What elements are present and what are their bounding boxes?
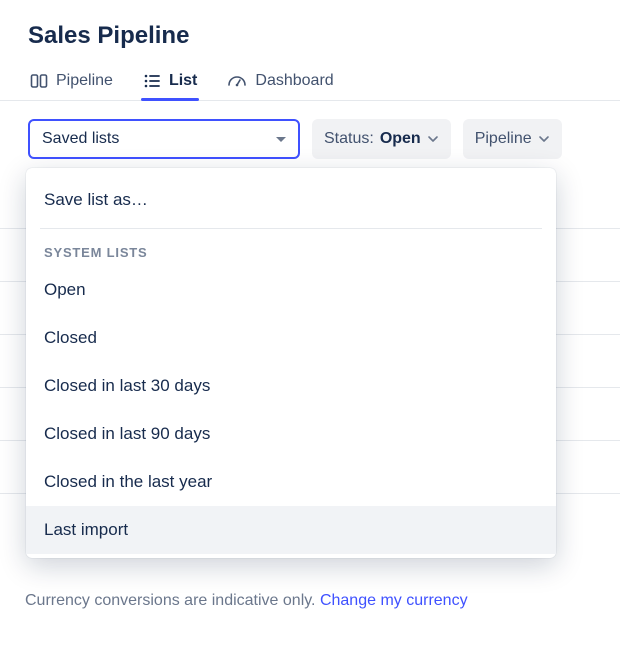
system-lists-label: SYSTEM LISTS	[26, 231, 556, 266]
change-currency-link[interactable]: Change my currency	[320, 592, 468, 609]
pipeline-filter[interactable]: Pipeline	[463, 119, 562, 159]
dropdown-label: Saved lists	[42, 130, 119, 148]
currency-note-text: Currency conversions are indicative only…	[25, 592, 316, 609]
menu-divider	[40, 228, 542, 229]
caret-down-icon	[276, 137, 286, 142]
save-list-as[interactable]: Save list as…	[26, 176, 556, 224]
list-item[interactable]: Closed in last 30 days	[26, 362, 556, 410]
filters-row: Saved lists Status: Open Pipeline	[0, 101, 620, 159]
tab-label: Dashboard	[255, 72, 333, 90]
chevron-down-icon	[538, 133, 550, 145]
status-value: Open	[380, 130, 421, 148]
tab-list[interactable]: List	[141, 64, 199, 100]
tab-label: Pipeline	[56, 72, 113, 90]
currency-note: Currency conversions are indicative only…	[25, 592, 468, 610]
dashboard-icon	[227, 72, 247, 90]
list-item[interactable]: Closed in last 90 days	[26, 410, 556, 458]
list-item[interactable]: Closed	[26, 314, 556, 362]
tab-dashboard[interactable]: Dashboard	[225, 64, 335, 100]
list-icon	[143, 72, 161, 90]
tab-label: List	[169, 72, 197, 90]
saved-lists-menu: Save list as… SYSTEM LISTS Open Closed C…	[26, 168, 556, 558]
list-item[interactable]: Closed in the last year	[26, 458, 556, 506]
list-item[interactable]: Open	[26, 266, 556, 314]
status-filter[interactable]: Status: Open	[312, 119, 451, 159]
saved-lists-dropdown[interactable]: Saved lists	[28, 119, 300, 159]
view-tabs: Pipeline List Dashboard	[0, 56, 620, 101]
status-label: Status:	[324, 130, 374, 148]
pipeline-filter-label: Pipeline	[475, 130, 532, 148]
list-item[interactable]: Last import	[26, 506, 556, 554]
chevron-down-icon	[427, 133, 439, 145]
pipeline-icon	[30, 72, 48, 90]
page-title: Sales Pipeline	[0, 0, 620, 56]
tab-pipeline[interactable]: Pipeline	[28, 64, 115, 100]
